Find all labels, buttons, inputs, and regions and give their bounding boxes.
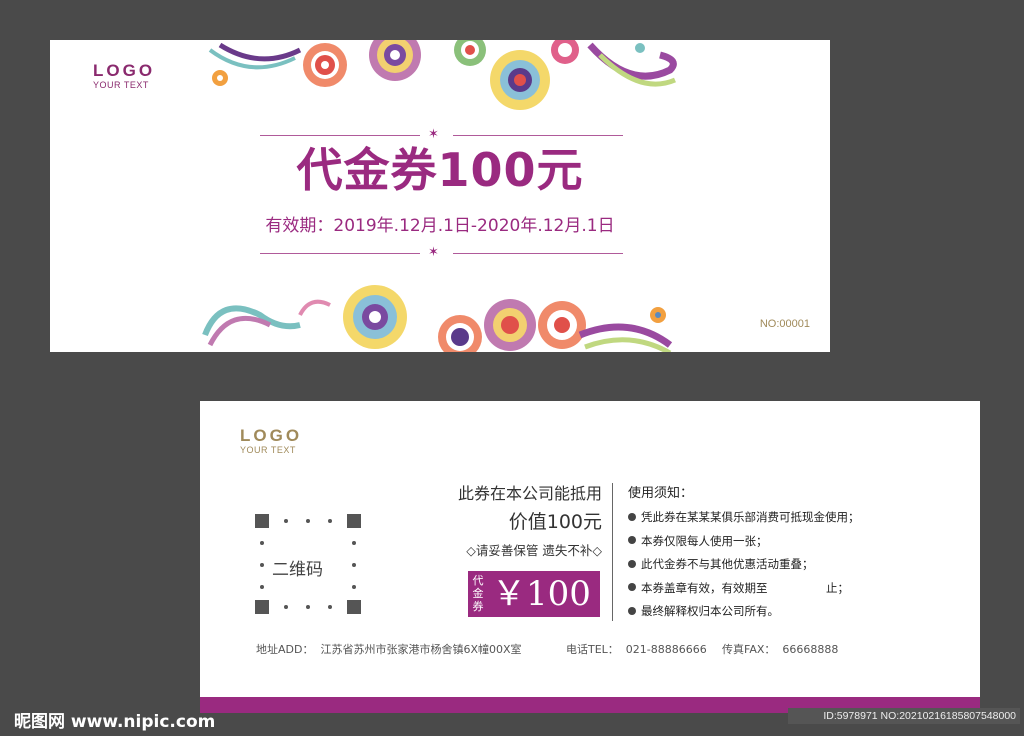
badge-amount: ￥100	[492, 574, 591, 614]
qr-dot	[352, 585, 356, 589]
qr-code-label: 二维码	[272, 560, 323, 580]
redeem-text: 此券在本公司能抵用	[457, 484, 602, 503]
bullet-icon	[628, 606, 636, 615]
badge-label: 代金券	[472, 574, 484, 613]
divider-line-top-right	[453, 135, 623, 136]
qr-dot	[260, 585, 264, 589]
voucher-back-card: LOGO YOUR TEXT 二维码 此券在本公司能抵用 价值100元 ◇请妥善…	[200, 401, 980, 713]
front-logo-text: LOGO	[93, 61, 156, 80]
voucher-title: 代金券100元	[296, 143, 584, 197]
bullet-icon	[628, 559, 636, 568]
fax-text: 传真FAX： 66668888	[722, 643, 839, 656]
back-logo-subtext: YOUR TEXT	[240, 445, 296, 455]
divider-line-bottom-left	[260, 253, 420, 254]
rule-text: 此代金券不与其他优惠活动重叠；	[641, 557, 814, 571]
rule-item: 最终解释权归本公司所有。	[628, 600, 860, 624]
vertical-divider	[612, 483, 613, 621]
qr-corner	[255, 600, 269, 614]
qr-dot	[284, 519, 288, 523]
front-logo: LOGO YOUR TEXT	[93, 62, 155, 91]
floral-decoration-bottom	[202, 285, 673, 352]
value-text: 价值100元	[508, 511, 602, 533]
watermark-id: ID:5978971 NO:20210216185807548000	[788, 708, 1020, 724]
qr-dot	[284, 605, 288, 609]
rules-title: 使用须知：	[628, 486, 694, 501]
rule-item: 凭此券在某某某俱乐部消费可抵现金使用；	[628, 506, 860, 530]
voucher-value-badge: 代金券 ￥100	[468, 571, 600, 617]
bullet-icon	[628, 536, 636, 544]
floral-decoration-top	[208, 40, 677, 110]
qr-corner	[347, 600, 361, 614]
bullet-icon	[628, 583, 636, 591]
star-icon: ✶	[428, 245, 439, 260]
rule-item: 此代金券不与其他优惠活动重叠；	[628, 553, 860, 577]
qr-corner	[347, 514, 361, 528]
keep-safe-notice: ◇请妥善保管 遗失不补◇	[466, 543, 602, 558]
voucher-front-card: LOGO YOUR TEXT ✶ 代金券100元 有效期：2019年.12月.1…	[50, 40, 830, 352]
rule-text: 本券仅限每人使用一张；	[641, 533, 768, 548]
qr-dot	[260, 563, 264, 567]
validity-period: 有效期：2019年.12月.1日-2020年.12月.1日	[265, 216, 615, 236]
qr-dot	[306, 519, 310, 523]
qr-dot	[260, 541, 264, 545]
rule-text: 本券盖章有效，有效期至 止；	[641, 580, 849, 595]
address-text: 地址ADD： 江苏省苏州市张家港市杨舍镇6X幢00X室	[256, 643, 522, 656]
back-logo: LOGO YOUR TEXT	[240, 427, 302, 456]
rule-text: 凭此券在某某某俱乐部消费可抵现金使用；	[641, 510, 860, 524]
qr-dot	[328, 519, 332, 523]
divider-line-top-left	[260, 135, 420, 136]
serial-number: NO:00001	[759, 318, 810, 330]
front-logo-subtext: YOUR TEXT	[93, 80, 149, 90]
qr-dot	[352, 541, 356, 545]
divider-line-bottom-right	[453, 253, 623, 254]
rule-item: 本券盖章有效，有效期至 止；	[628, 577, 860, 601]
qr-dot	[352, 563, 356, 567]
back-logo-text: LOGO	[240, 426, 303, 445]
bullet-icon	[628, 512, 636, 521]
qr-dot	[306, 605, 310, 609]
phone-text: 电话TEL： 021-88886666	[566, 643, 707, 656]
watermark-site: 昵图网 www.nipic.com	[14, 712, 216, 732]
rule-text: 最终解释权归本公司所有。	[641, 604, 779, 618]
qr-corner	[255, 514, 269, 528]
qr-dot	[328, 605, 332, 609]
rule-item: 本券仅限每人使用一张；	[628, 530, 860, 554]
usage-rules: 使用须知： 凭此券在某某某俱乐部消费可抵现金使用； 本券仅限每人使用一张； 此代…	[628, 485, 860, 624]
